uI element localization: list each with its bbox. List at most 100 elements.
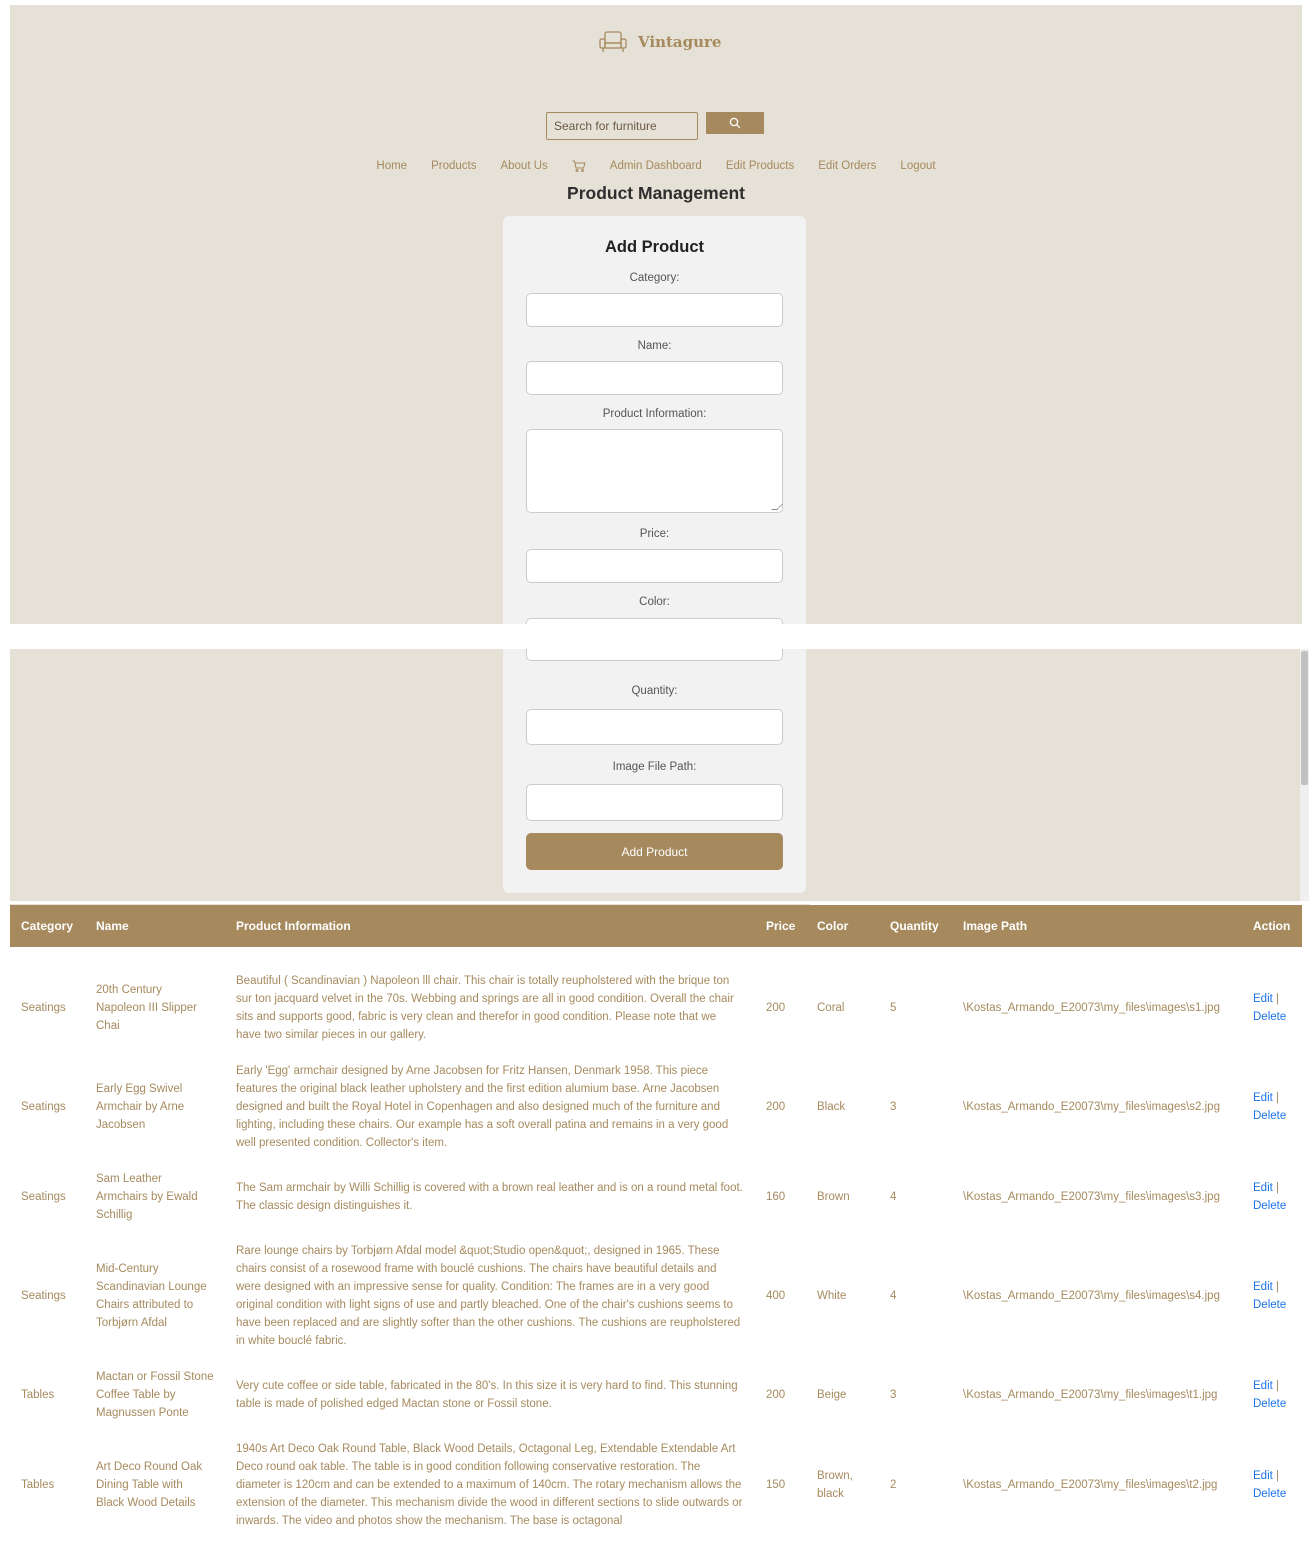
table-row: Seatings Sam Leather Armchairs by Ewald … [10, 1161, 1302, 1233]
cell-quantity: 4 [890, 1191, 897, 1203]
search-button[interactable] [706, 112, 764, 134]
image-path-label: Image File Path: [612, 761, 697, 773]
cell-price: 160 [766, 1191, 786, 1203]
cell-name: Mactan or Fossil Stone Coffee Table by M… [96, 1371, 214, 1419]
scrollbar-thumb[interactable] [1301, 651, 1308, 785]
delete-link[interactable]: Delete [1253, 1299, 1286, 1311]
cell-image-path: \Kostas_Armando_E20073\my_files\images\s… [963, 1191, 1220, 1203]
quantity-field[interactable] [526, 709, 783, 745]
add-product-button[interactable]: Add Product [526, 833, 783, 870]
cell-color: Black [817, 1101, 846, 1113]
cell-color: Brown [817, 1191, 850, 1203]
table-row: Tables Mactan or Fossil Stone Coffee Tab… [10, 1359, 1302, 1431]
cell-color: White [817, 1290, 847, 1302]
table-row: Seatings 20th Century Napoleon III Slipp… [10, 963, 1302, 1053]
search-input[interactable] [546, 112, 698, 140]
name-field[interactable] [526, 361, 783, 395]
edit-link[interactable]: Edit [1253, 1380, 1273, 1392]
scrollbar[interactable] [1300, 649, 1309, 901]
cell-info: Rare lounge chairs by Torbjørn Afdal mod… [236, 1245, 741, 1347]
nav-edit-products[interactable]: Edit Products [726, 160, 794, 172]
delete-link[interactable]: Delete [1253, 1398, 1286, 1410]
edit-link[interactable]: Edit [1253, 1182, 1273, 1194]
quantity-label: Quantity: [631, 685, 678, 697]
cell-quantity: 3 [890, 1389, 897, 1401]
form-panel-continued: Quantity: Image File Path: Add Product [10, 649, 1302, 901]
name-label: Name: [637, 340, 672, 352]
cell-info: Early 'Egg' armchair designed by Arne Ja… [236, 1065, 729, 1149]
color-field-lower[interactable] [526, 649, 783, 661]
cell-price: 200 [766, 1101, 786, 1113]
price-field[interactable] [526, 549, 783, 583]
col-header-category: Category [21, 919, 74, 933]
cell-category: Seatings [21, 1002, 66, 1014]
cell-info: Beautiful ( Scandinavian ) Napoleon lll … [236, 975, 734, 1041]
table-row: Seatings Early Egg Swivel Armchair by Ar… [10, 1053, 1302, 1161]
category-label: Category: [629, 272, 680, 284]
cell-category: Seatings [21, 1290, 66, 1302]
cell-info: The Sam armchair by Willi Schillig is co… [236, 1182, 743, 1212]
edit-link[interactable]: Edit [1253, 1470, 1273, 1482]
nav-admin-dashboard[interactable]: Admin Dashboard [610, 160, 702, 172]
cell-name: Mid-Century Scandinavian Lounge Chairs a… [96, 1263, 207, 1329]
cell-category: Seatings [21, 1101, 66, 1113]
nav-home[interactable]: Home [376, 160, 407, 172]
table-top-spacer [10, 947, 1302, 963]
edit-link[interactable]: Edit [1253, 1092, 1273, 1104]
delete-link[interactable]: Delete [1253, 1200, 1286, 1212]
cell-image-path: \Kostas_Armando_E20073\my_files\images\s… [963, 1290, 1220, 1302]
image-path-field[interactable] [526, 784, 783, 821]
nav-edit-orders[interactable]: Edit Orders [818, 160, 876, 172]
nav-about-us[interactable]: About Us [500, 160, 547, 172]
cell-color: Coral [817, 1002, 845, 1014]
brand-logo[interactable]: Vintagure [598, 29, 721, 55]
cell-color: Brown, black [817, 1470, 853, 1500]
nav-cart[interactable] [572, 160, 586, 172]
product-info-textarea[interactable] [526, 429, 783, 513]
cell-price: 200 [766, 1002, 786, 1014]
cell-action: Edit | Delete [1253, 993, 1287, 1023]
table-header-row: Category Name Product Information Price … [10, 905, 1302, 947]
edit-link[interactable]: Edit [1253, 993, 1273, 1005]
product-info-label: Product Information: [602, 408, 707, 420]
cell-category: Seatings [21, 1191, 66, 1203]
screenshot-seam [10, 624, 1302, 649]
nav-products[interactable]: Products [431, 160, 476, 172]
col-header-name: Name [96, 919, 129, 933]
resize-handle-icon[interactable] [771, 504, 783, 510]
page-title: Product Management [567, 183, 745, 203]
price-label: Price: [639, 528, 670, 540]
cell-quantity: 3 [890, 1101, 897, 1113]
cell-image-path: \Kostas_Armando_E20073\my_files\images\t… [963, 1479, 1218, 1491]
color-label: Color: [639, 596, 670, 608]
cell-category: Tables [21, 1389, 55, 1401]
delete-link[interactable]: Delete [1253, 1488, 1286, 1500]
cell-quantity: 4 [890, 1290, 897, 1302]
cell-price: 400 [766, 1290, 786, 1302]
col-header-quantity: Quantity [890, 919, 939, 933]
col-header-info: Product Information [236, 919, 351, 933]
cell-name: Art Deco Round Oak Dining Table with Bla… [96, 1461, 203, 1509]
cell-price: 200 [766, 1389, 786, 1401]
add-product-form: Add Product Category: Name: Product Info… [503, 216, 806, 624]
products-table: Category Name Product Information Price … [10, 905, 1302, 1539]
table-row: Seatings Mid-Century Scandinavian Lounge… [10, 1233, 1302, 1359]
cell-info: 1940s Art Deco Oak Round Table, Black Wo… [236, 1443, 743, 1527]
delete-link[interactable]: Delete [1253, 1110, 1286, 1122]
category-field[interactable] [526, 293, 783, 327]
delete-link[interactable]: Delete [1253, 1011, 1286, 1023]
nav-logout[interactable]: Logout [900, 160, 935, 172]
col-header-price: Price [766, 919, 796, 933]
cell-action: Edit | Delete [1253, 1470, 1287, 1500]
cell-color: Beige [817, 1389, 847, 1401]
cell-name: 20th Century Napoleon III Slipper Chai [96, 984, 198, 1032]
cell-name: Early Egg Swivel Armchair by Arne Jacobs… [96, 1083, 185, 1131]
table-row: Tables Art Deco Round Oak Dining Table w… [10, 1431, 1302, 1539]
col-header-action: Action [1253, 919, 1291, 933]
search-icon [729, 117, 741, 129]
cell-quantity: 5 [890, 1002, 897, 1014]
main-nav: Home Products About Us Admin Dashboard E… [10, 160, 1302, 172]
edit-link[interactable]: Edit [1253, 1281, 1273, 1293]
cell-info: Very cute coffee or side table, fabricat… [236, 1380, 738, 1410]
cell-name: Sam Leather Armchairs by Ewald Schillig [96, 1173, 198, 1221]
